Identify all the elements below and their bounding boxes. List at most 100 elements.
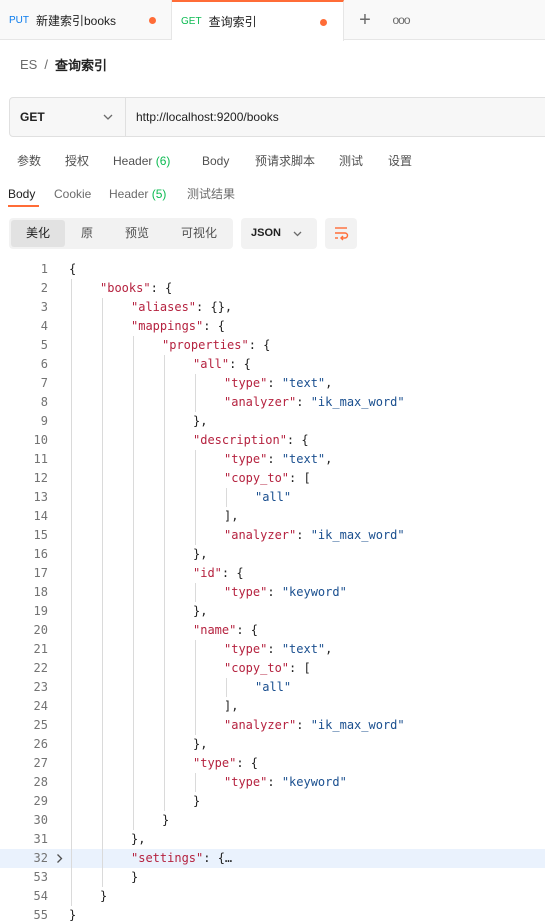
json-key: "mappings" <box>131 319 204 333</box>
json-punctuation: : { <box>221 566 244 580</box>
line-number: 13 <box>33 490 48 504</box>
code-line: 11 "type": "text", <box>0 450 545 469</box>
tab-body[interactable]: Body <box>202 150 229 172</box>
breadcrumb-collection[interactable]: ES <box>20 57 37 72</box>
line-number: 2 <box>40 281 48 295</box>
tab-label: 测试 <box>339 154 364 168</box>
page-title[interactable]: 查询索引 <box>55 55 107 74</box>
json-string: "ik_max_word" <box>310 528 405 542</box>
tab-params[interactable]: 参数 <box>17 150 41 172</box>
response-tab-body[interactable]: Body <box>8 183 35 205</box>
code-text: } <box>193 792 200 811</box>
chevron-right-icon[interactable] <box>54 853 65 864</box>
code-text: "aliases": {}, <box>131 298 232 317</box>
line-number: 11 <box>33 452 48 466</box>
json-punctuation: : <box>296 395 311 409</box>
code-line: 27 "type": { <box>0 754 545 773</box>
tab-tests[interactable]: 测试 <box>339 150 363 172</box>
code-line: 10 "description": { <box>0 431 545 450</box>
line-number: 55 <box>33 908 48 922</box>
json-string: "all" <box>255 490 292 504</box>
json-punctuation: }, <box>193 414 208 428</box>
indent-guide <box>133 336 134 830</box>
tab-label: 授权 <box>65 154 90 168</box>
request-bar: GET http://localhost:9200/books <box>9 97 545 137</box>
json-punctuation: , <box>325 376 333 390</box>
more-options-icon[interactable]: ooo <box>389 8 413 32</box>
tab-label: Cookie <box>54 187 92 201</box>
line-number: 5 <box>40 338 48 352</box>
line-number: 6 <box>40 357 48 371</box>
indent-guide <box>164 355 165 811</box>
format-select[interactable]: JSON <box>241 218 317 249</box>
json-punctuation: ], <box>224 699 239 713</box>
json-punctuation: : { <box>236 623 259 637</box>
line-number: 31 <box>33 832 48 846</box>
response-tab-cookies[interactable]: Cookie <box>54 183 91 205</box>
code-text: }, <box>131 830 145 849</box>
code-line: 17 "id": { <box>0 564 545 583</box>
code-text: "description": { <box>193 431 309 450</box>
code-line: 20 "name": { <box>0 621 545 640</box>
response-tab-test-results[interactable]: 测试结果 <box>187 183 235 205</box>
active-tab-underline <box>8 205 39 207</box>
wrap-lines-icon <box>335 227 349 241</box>
code-text: ], <box>224 697 238 716</box>
code-text: "name": { <box>193 621 258 640</box>
json-key: "type" <box>224 376 268 390</box>
code-line: 30} <box>0 811 545 830</box>
json-string: "text" <box>281 642 326 656</box>
code-line: 19}, <box>0 602 545 621</box>
wrap-lines-button[interactable] <box>325 218 357 249</box>
tab-label: 测试结果 <box>187 187 236 201</box>
tab-put-new-index[interactable]: PUT 新建索引books <box>0 0 172 40</box>
line-number: 17 <box>33 566 48 580</box>
code-text: } <box>162 811 169 830</box>
json-key: "name" <box>193 623 237 637</box>
breadcrumb-separator: / <box>44 56 48 72</box>
line-number: 27 <box>33 756 48 770</box>
response-tab-headers[interactable]: Header (5) <box>109 183 166 205</box>
header-count-badge: (5) <box>151 187 167 201</box>
json-punctuation: } <box>162 813 170 827</box>
json-key: "properties" <box>162 338 249 352</box>
json-punctuation: : <box>296 718 311 732</box>
code-text: "analyzer": "ik_max_word" <box>224 716 405 735</box>
new-tab-plus-icon[interactable]: + <box>353 8 377 32</box>
line-number: 53 <box>33 870 48 884</box>
unsaved-dot-icon <box>149 17 156 24</box>
tab-label: Header <box>109 187 149 201</box>
line-number: 20 <box>33 623 48 637</box>
tab-settings[interactable]: 设置 <box>388 150 412 172</box>
view-visualize-button[interactable]: 可视化 <box>167 220 231 247</box>
line-number: 9 <box>40 414 48 428</box>
view-pretty-button[interactable]: 美化 <box>11 220 65 247</box>
tab-auth[interactable]: 授权 <box>65 150 89 172</box>
url-input[interactable]: http://localhost:9200/books <box>136 98 279 136</box>
tab-pre-request-script[interactable]: 预请求脚本 <box>255 150 315 172</box>
code-text: "copy_to": [ <box>224 469 311 488</box>
code-text: "analyzer": "ik_max_word" <box>224 393 405 412</box>
view-raw-button[interactable]: 原 <box>67 220 107 247</box>
code-text: }, <box>193 412 207 431</box>
json-punctuation: , <box>325 452 333 466</box>
code-text: "mappings": { <box>131 317 225 336</box>
line-number: 30 <box>33 813 48 827</box>
code-line: 2 "books": { <box>0 279 545 298</box>
json-punctuation: : <box>267 642 282 656</box>
json-punctuation: } <box>69 908 77 922</box>
code-text: }, <box>193 735 207 754</box>
json-punctuation: : {… <box>203 851 233 865</box>
code-text: "type": "text", <box>224 640 332 659</box>
json-punctuation: { <box>69 262 77 276</box>
code-text: }, <box>193 545 207 564</box>
tab-get-query-index[interactable]: GET 查询索引 <box>172 0 344 41</box>
method-select[interactable]: GET <box>10 98 126 136</box>
tab-headers[interactable]: Header (6) <box>113 150 170 172</box>
line-number: 4 <box>40 319 48 333</box>
code-text: "type": "text", <box>224 450 332 469</box>
indent-guide <box>195 773 196 792</box>
view-preview-button[interactable]: 预览 <box>111 220 163 247</box>
json-key: "type" <box>193 756 237 770</box>
response-body-editor[interactable]: 1{2 "books": {3 "aliases": {}, 4 "mappings":… <box>0 260 545 923</box>
